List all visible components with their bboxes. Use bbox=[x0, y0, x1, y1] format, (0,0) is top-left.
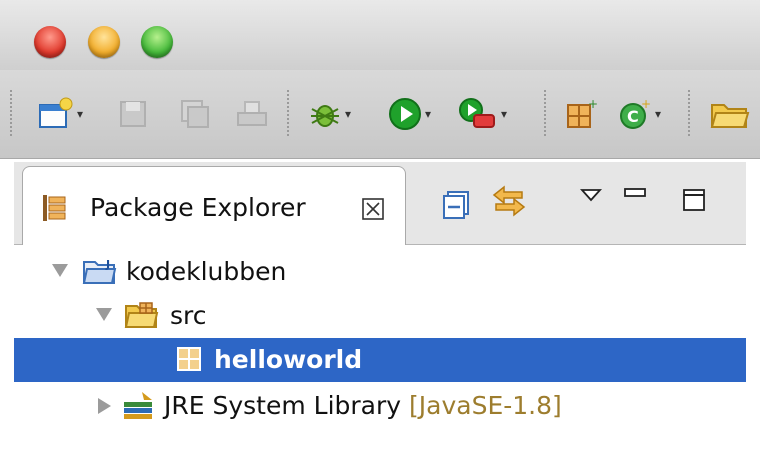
close-icon[interactable] bbox=[361, 197, 385, 221]
view-menu-icon[interactable] bbox=[580, 188, 602, 202]
new-class-button[interactable]: C + ▾ bbox=[618, 94, 661, 134]
library-icon bbox=[124, 392, 152, 419]
new-package-icon: + bbox=[567, 97, 598, 128]
save-all-button[interactable] bbox=[180, 94, 210, 134]
run-button[interactable]: ▾ bbox=[388, 94, 431, 134]
svg-text:J: J bbox=[105, 258, 110, 271]
print-button[interactable] bbox=[236, 94, 268, 134]
new-wizard-button[interactable]: ▾ bbox=[38, 94, 83, 134]
run-dropdown[interactable]: ▾ bbox=[425, 107, 431, 121]
toolbar-separator bbox=[10, 90, 12, 136]
tree-item-project[interactable]: J kodeklubben bbox=[14, 250, 746, 294]
expand-toggle-icon[interactable] bbox=[52, 264, 68, 277]
zoom-window-button[interactable] bbox=[141, 26, 173, 58]
minimize-icon[interactable] bbox=[624, 188, 646, 198]
debug-icon bbox=[311, 105, 339, 127]
package-tree: J kodeklubben src helloworld JRE System … bbox=[14, 245, 746, 456]
save-all-icon bbox=[181, 100, 209, 128]
run-external-tools-dropdown[interactable]: ▾ bbox=[501, 107, 507, 121]
expand-toggle-icon[interactable] bbox=[96, 308, 112, 321]
run-icon bbox=[389, 98, 421, 130]
new-class-icon: C + bbox=[620, 97, 651, 129]
run-external-tools-icon bbox=[459, 98, 495, 128]
new-wizard-icon bbox=[39, 97, 73, 128]
toolbar-separator bbox=[287, 90, 289, 136]
close-window-button[interactable] bbox=[34, 26, 66, 58]
tree-item-label: JRE System Library [JavaSE-1.8] bbox=[164, 391, 562, 420]
view-header: Package Explorer bbox=[14, 162, 746, 245]
debug-button[interactable]: ▾ bbox=[308, 94, 351, 134]
toolbar-separator bbox=[544, 90, 546, 136]
open-folder-icon bbox=[710, 104, 750, 128]
new-package-button[interactable]: + bbox=[564, 94, 598, 134]
new-wizard-dropdown[interactable]: ▾ bbox=[77, 107, 83, 121]
minimize-window-button[interactable] bbox=[88, 26, 120, 58]
maximize-icon[interactable] bbox=[682, 188, 706, 212]
tree-item-src[interactable]: src bbox=[14, 294, 746, 338]
tree-item-decoration: [JavaSE-1.8] bbox=[409, 391, 562, 420]
new-class-dropdown[interactable]: ▾ bbox=[655, 107, 661, 121]
tab-package-explorer[interactable]: Package Explorer bbox=[22, 166, 406, 245]
java-project-icon: J bbox=[82, 258, 117, 284]
package-icon bbox=[177, 347, 201, 371]
link-with-editor-icon[interactable] bbox=[492, 184, 526, 218]
package-explorer-icon bbox=[43, 195, 66, 221]
toolbar-separator bbox=[688, 90, 690, 136]
debug-dropdown[interactable]: ▾ bbox=[345, 107, 351, 121]
tree-item-label: src bbox=[170, 301, 207, 330]
tab-label: Package Explorer bbox=[90, 193, 306, 222]
tree-item-label: helloworld bbox=[214, 345, 363, 374]
package-explorer-view: Package Explorer J kodeklubben src hello… bbox=[14, 162, 746, 456]
collapse-all-icon[interactable] bbox=[442, 190, 470, 220]
expand-toggle-icon[interactable] bbox=[98, 398, 111, 414]
source-folder-icon bbox=[124, 302, 159, 328]
tree-item-package[interactable]: helloworld bbox=[14, 338, 746, 382]
run-external-tools-button[interactable]: ▾ bbox=[458, 94, 507, 134]
svg-text:+: + bbox=[588, 97, 598, 111]
main-toolbar: ▾ ▾ ▾ ▾ + C + ▾ bbox=[0, 70, 760, 159]
print-icon bbox=[237, 101, 267, 126]
window-titlebar bbox=[0, 0, 760, 70]
open-type-button[interactable] bbox=[710, 94, 750, 134]
tree-item-jre-library[interactable]: JRE System Library [JavaSE-1.8] bbox=[14, 384, 746, 428]
save-icon bbox=[120, 101, 146, 127]
svg-text:C: C bbox=[627, 107, 639, 126]
save-button[interactable] bbox=[118, 94, 148, 134]
tree-item-label: kodeklubben bbox=[126, 257, 287, 286]
svg-text:+: + bbox=[641, 97, 651, 111]
